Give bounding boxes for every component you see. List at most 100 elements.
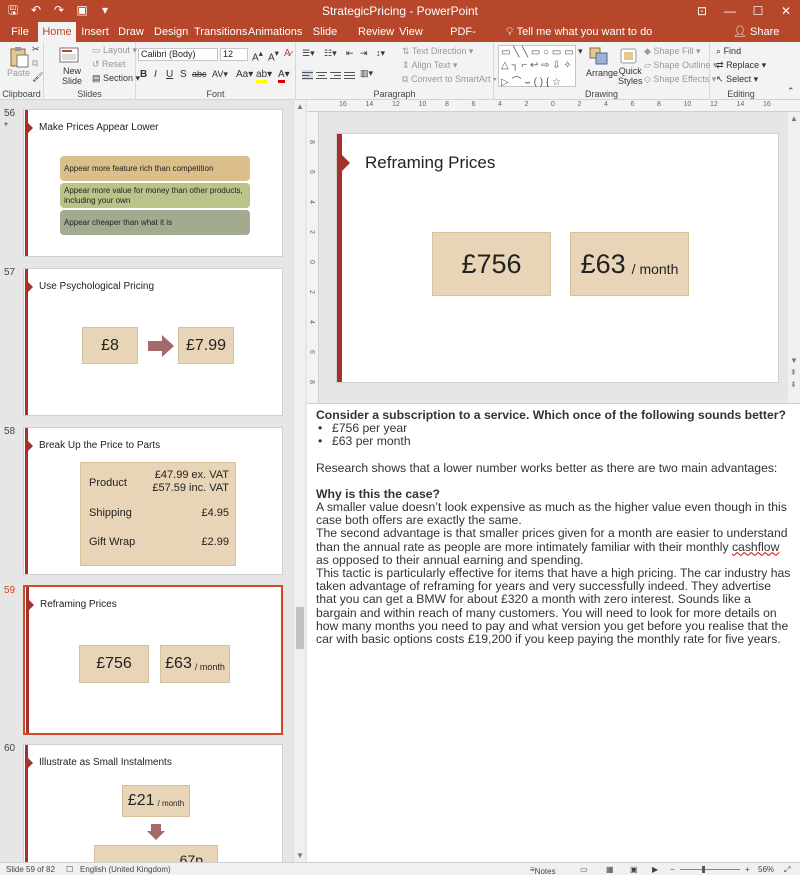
paste-label[interactable]: Paste: [7, 68, 30, 78]
scroll-thumb[interactable]: [296, 607, 304, 649]
previous-slide-icon[interactable]: ⇞: [790, 368, 797, 377]
collapse-ribbon-icon[interactable]: ⌃: [787, 86, 795, 97]
arrange-icon[interactable]: [588, 46, 610, 66]
slide-thumbnail-58[interactable]: Break Up the Price to Parts Product £47.…: [23, 427, 283, 575]
tell-me-box[interactable]: 💡︎ Tell me what you want to do: [506, 22, 652, 42]
tab-pdf-xchange[interactable]: PDF-XChange 4: [432, 22, 494, 58]
bold-button[interactable]: B: [140, 69, 147, 80]
zoom-in-icon[interactable]: +: [745, 865, 750, 874]
language-indicator[interactable]: English (United Kingdom): [80, 865, 171, 874]
zoom-out-icon[interactable]: −: [670, 865, 675, 874]
format-painter-icon[interactable]: 🖌︎: [32, 72, 43, 83]
scroll-down-icon[interactable]: ▼: [296, 851, 304, 860]
tab-animations[interactable]: Animations: [248, 22, 302, 42]
shadow-button[interactable]: S: [180, 69, 187, 80]
decrease-indent-icon[interactable]: ⇤: [346, 48, 354, 59]
numbering-icon[interactable]: ☷▾: [324, 48, 337, 59]
tab-insert[interactable]: Insert: [80, 22, 110, 42]
thumbnails-scrollbar[interactable]: ▲ ▼: [293, 100, 305, 862]
font-size-select[interactable]: 12: [220, 48, 248, 61]
slideshow-view-icon[interactable]: ▶: [652, 865, 658, 874]
slide-thumbnail-60[interactable]: Illustrate as Small Instalments £21/ mon…: [23, 744, 283, 862]
paste-icon[interactable]: [8, 46, 30, 68]
scroll-up-icon[interactable]: ▲: [790, 114, 798, 123]
columns-icon[interactable]: ▥▾: [360, 68, 373, 79]
shapes-gallery[interactable]: ▭ ╲ ╲ ▭ ○ ▭ ▭ △ ┐ ⌐ ↩ ⇨ ⇩ ✧ ▷ ⌒ ⌣ ( ) { …: [498, 45, 576, 88]
underline-button[interactable]: U: [166, 69, 173, 80]
notes-button[interactable]: ≡ Notes: [530, 865, 556, 875]
editing-scrollbar[interactable]: ▲ ▼ ⇞ ⇟: [788, 112, 800, 403]
close-button[interactable]: ✕: [772, 0, 800, 22]
zoom-knob[interactable]: [702, 866, 705, 873]
slide-thumbnail-59[interactable]: Reframing Prices £756 £63/ month: [23, 585, 283, 735]
align-text-button[interactable]: ⇕ Align Text ▾: [402, 60, 457, 71]
zoom-level[interactable]: 56%: [758, 865, 774, 874]
fit-slide-icon[interactable]: ⤢: [784, 865, 790, 875]
spellcheck-icon[interactable]: ☐: [66, 865, 73, 874]
reset-button[interactable]: ↺ Reset: [92, 59, 126, 70]
font-family-select[interactable]: Calibri (Body): [138, 48, 218, 61]
speaker-notes[interactable]: Consider a subscription to a service. Wh…: [307, 403, 800, 862]
cut-icon[interactable]: ✂: [32, 44, 40, 55]
convert-smartart-button[interactable]: ⧉ Convert to SmartArt ▾: [402, 74, 497, 85]
section-button[interactable]: ▤ Section ▾: [92, 73, 140, 84]
share-button[interactable]: 👤︎ Share: [733, 22, 779, 42]
minimize-button[interactable]: —: [716, 0, 744, 22]
maximize-button[interactable]: ☐: [744, 0, 772, 22]
align-left-icon[interactable]: [302, 70, 313, 80]
bullets-icon[interactable]: ☰▾: [302, 48, 315, 59]
spelling-flag[interactable]: cashflow: [732, 540, 779, 554]
tab-design[interactable]: Design: [154, 22, 188, 42]
tab-home[interactable]: Home: [38, 22, 76, 42]
price-box-756[interactable]: £756: [432, 232, 551, 296]
strikethrough-button[interactable]: abc: [192, 69, 207, 79]
new-slide-icon[interactable]: [58, 46, 80, 66]
tab-transitions[interactable]: Transitions: [194, 22, 247, 42]
font-color-icon[interactable]: A▾: [278, 69, 290, 83]
tab-slide-show[interactable]: Slide Show: [302, 22, 348, 58]
slide-thumbnail-57[interactable]: Use Psychological Pricing £8 £7.99: [23, 268, 283, 416]
clear-formatting-icon[interactable]: A̷: [284, 48, 291, 59]
quick-styles-icon[interactable]: [618, 46, 640, 66]
change-case-button[interactable]: Aa▾: [236, 69, 253, 80]
slide-title[interactable]: Reframing Prices: [365, 153, 495, 173]
price-box-63-month[interactable]: £63/ month: [570, 232, 689, 296]
highlight-color-icon[interactable]: ab▾: [256, 69, 272, 83]
shape-fill-button[interactable]: ◆ Shape Fill ▾: [644, 46, 700, 57]
tab-review[interactable]: Review: [358, 22, 394, 42]
align-right-icon[interactable]: [330, 70, 341, 80]
quick-styles-button[interactable]: Quick Styles: [618, 66, 643, 86]
arrange-button[interactable]: Arrange: [586, 68, 618, 78]
tab-draw[interactable]: Draw: [118, 22, 144, 42]
text-direction-button[interactable]: ⇅ Text Direction ▾: [402, 46, 473, 57]
shape-effects-button[interactable]: ◇ Shape Effects ▾: [644, 74, 716, 85]
current-slide[interactable]: Reframing Prices £756 £63/ month: [336, 133, 779, 383]
copy-icon[interactable]: ⧉: [32, 58, 38, 69]
increase-font-icon[interactable]: A▴: [252, 48, 263, 63]
line-spacing-icon[interactable]: ↕▾: [376, 48, 385, 59]
slide-thumbnail-56[interactable]: Make Prices Appear Lower Appear more fea…: [23, 109, 283, 257]
normal-view-icon[interactable]: ▭: [580, 865, 588, 874]
new-slide-button[interactable]: New Slide: [62, 66, 82, 86]
char-spacing-button[interactable]: AV▾: [212, 69, 228, 80]
zoom-slider[interactable]: [680, 866, 740, 873]
scroll-down-icon[interactable]: ▼: [790, 356, 798, 365]
shape-outline-button[interactable]: ▱ Shape Outline ▾: [644, 60, 718, 71]
decrease-font-icon[interactable]: A▾: [268, 48, 279, 63]
align-center-icon[interactable]: [316, 70, 327, 80]
italic-button[interactable]: I: [154, 69, 157, 80]
find-button[interactable]: ⌕ Find: [716, 46, 741, 57]
reading-view-icon[interactable]: ▣: [630, 865, 638, 874]
ribbon-display-icon[interactable]: ⊡: [688, 0, 716, 22]
next-slide-icon[interactable]: ⇟: [790, 380, 797, 389]
select-button[interactable]: ↖ Select ▾: [716, 74, 758, 85]
tab-view[interactable]: View: [399, 22, 423, 42]
shapes-gallery-more-icon[interactable]: ▾: [578, 46, 583, 57]
replace-button[interactable]: ⇄ Replace ▾: [716, 60, 766, 71]
tab-file[interactable]: File: [6, 22, 34, 42]
layout-button[interactable]: ▭ Layout ▾: [92, 45, 137, 56]
increase-indent-icon[interactable]: ⇥: [360, 48, 368, 59]
scroll-up-icon[interactable]: ▲: [296, 102, 304, 111]
slide-sorter-icon[interactable]: ▦: [606, 865, 614, 874]
justify-icon[interactable]: [344, 70, 355, 80]
